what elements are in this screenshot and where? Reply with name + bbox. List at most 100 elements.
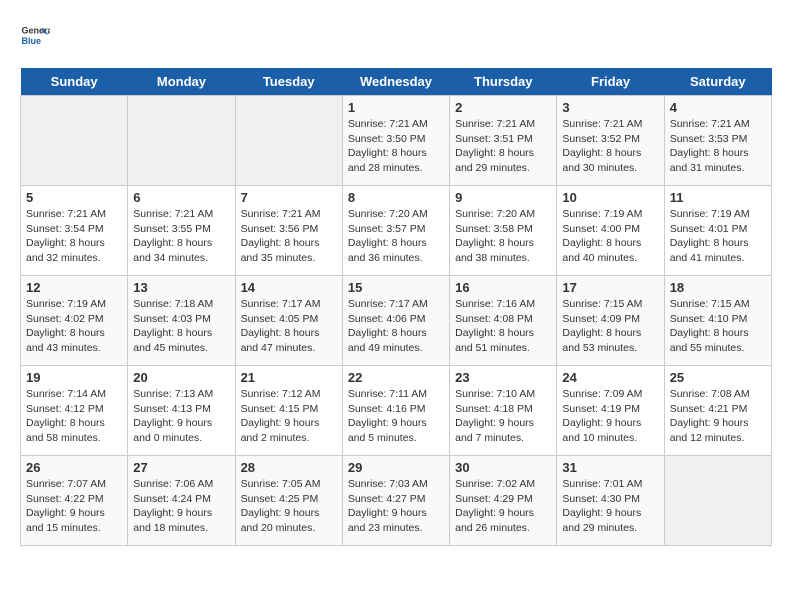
calendar-cell — [664, 456, 771, 546]
calendar-cell: 30Sunrise: 7:02 AM Sunset: 4:29 PM Dayli… — [450, 456, 557, 546]
calendar-cell: 9Sunrise: 7:20 AM Sunset: 3:58 PM Daylig… — [450, 186, 557, 276]
day-info: Sunrise: 7:21 AM Sunset: 3:51 PM Dayligh… — [455, 117, 551, 176]
calendar-cell: 18 Sunrise: 7:15 AM Sunset: 4:10 PM Dayli… — [664, 276, 771, 366]
day-info: Sunrise: 7:19 AM Sunset: 4:02 PM Dayligh… — [26, 297, 122, 356]
calendar-cell: 4 Sunrise: 7:21 AM Sunset: 3:53 PM Daylig… — [664, 96, 771, 186]
day-number: 6 — [133, 190, 229, 205]
day-info: Sunrise: 7:05 AM Sunset: 4:25 PM Dayligh… — [241, 477, 337, 536]
day-info: Sunrise: 7:18 AM Sunset: 4:03 PM Dayligh… — [133, 297, 229, 356]
calendar-cell: 29 Sunrise: 7:03 AM Sunset: 4:27 PM Dayli… — [342, 456, 449, 546]
calendar-cell: 14 Sunrise: 7:17 AM Sunset: 4:05 PM Dayli… — [235, 276, 342, 366]
calendar-cell: 28 Sunrise: 7:05 AM Sunset: 4:25 PM Dayli… — [235, 456, 342, 546]
day-info: Sunrise: 7:19 AM Sunset: 4:00 PM Dayligh… — [562, 207, 658, 266]
day-info: Sunrise: 7:14 AM Sunset: 4:12 PM Dayligh… — [26, 387, 122, 446]
day-number: 15 — [348, 280, 444, 295]
calendar-cell: 7 Sunrise: 7:21 AM Sunset: 3:56 PM Daylig… — [235, 186, 342, 276]
day-info: Sunrise: 7:08 AM Sunset: 4:21 PM Dayligh… — [670, 387, 766, 446]
day-number: 28 — [241, 460, 337, 475]
day-info: Sunrise: 7:15 AM Sunset: 4:09 PM Dayligh… — [562, 297, 658, 356]
day-info: Sunrise: 7:15 AM Sunset: 4:10 PM Dayligh… — [670, 297, 766, 356]
calendar-cell: 6 Sunrise: 7:21 AM Sunset: 3:55 PM Daylig… — [128, 186, 235, 276]
day-info: Sunrise: 7:02 AM Sunset: 4:29 PM Dayligh… — [455, 477, 551, 536]
day-info: Sunrise: 7:17 AM Sunset: 4:06 PM Dayligh… — [348, 297, 444, 356]
day-number: 14 — [241, 280, 337, 295]
calendar-cell: 1 Sunrise: 7:21 AM Sunset: 3:50 PM Daylig… — [342, 96, 449, 186]
day-number: 20 — [133, 370, 229, 385]
calendar-cell: 31 Sunrise: 7:01 AM Sunset: 4:30 PM Dayli… — [557, 456, 664, 546]
day-number: 31 — [562, 460, 658, 475]
day-info: Sunrise: 7:17 AM Sunset: 4:05 PM Dayligh… — [241, 297, 337, 356]
calendar-cell: 3 Sunrise: 7:21 AM Sunset: 3:52 PM Daylig… — [557, 96, 664, 186]
day-info: Sunrise: 7:21 AM Sunset: 3:56 PM Dayligh… — [241, 207, 337, 266]
weekday-header-monday: Monday — [128, 68, 235, 96]
day-info: Sunrise: 7:12 AM Sunset: 4:15 PM Dayligh… — [241, 387, 337, 446]
weekday-header-wednesday: Wednesday — [342, 68, 449, 96]
day-number: 4 — [670, 100, 766, 115]
day-info: Sunrise: 7:03 AM Sunset: 4:27 PM Dayligh… — [348, 477, 444, 536]
calendar-cell: 17 Sunrise: 7:15 AM Sunset: 4:09 PM Dayli… — [557, 276, 664, 366]
day-number: 3 — [562, 100, 658, 115]
day-info: Sunrise: 7:21 AM Sunset: 3:53 PM Dayligh… — [670, 117, 766, 176]
calendar-cell: 16 Sunrise: 7:16 AM Sunset: 4:08 PM Dayli… — [450, 276, 557, 366]
day-number: 13 — [133, 280, 229, 295]
day-number: 7 — [241, 190, 337, 205]
day-info: Sunrise: 7:21 AM Sunset: 3:50 PM Dayligh… — [348, 117, 444, 176]
day-number: 16 — [455, 280, 551, 295]
calendar-cell: 13 Sunrise: 7:18 AM Sunset: 4:03 PM Dayli… — [128, 276, 235, 366]
calendar-cell: 24 Sunrise: 7:09 AM Sunset: 4:19 PM Dayli… — [557, 366, 664, 456]
calendar-cell: 11Sunrise: 7:19 AM Sunset: 4:01 PM Dayli… — [664, 186, 771, 276]
day-info: Sunrise: 7:20 AM Sunset: 3:57 PM Dayligh… — [348, 207, 444, 266]
day-number: 25 — [670, 370, 766, 385]
calendar-cell: 5 Sunrise: 7:21 AM Sunset: 3:54 PM Daylig… — [21, 186, 128, 276]
day-info: Sunrise: 7:10 AM Sunset: 4:18 PM Dayligh… — [455, 387, 551, 446]
day-info: Sunrise: 7:13 AM Sunset: 4:13 PM Dayligh… — [133, 387, 229, 446]
day-info: Sunrise: 7:21 AM Sunset: 3:54 PM Dayligh… — [26, 207, 122, 266]
day-info: Sunrise: 7:21 AM Sunset: 3:52 PM Dayligh… — [562, 117, 658, 176]
calendar-cell: 20 Sunrise: 7:13 AM Sunset: 4:13 PM Dayli… — [128, 366, 235, 456]
day-number: 11 — [670, 190, 766, 205]
calendar-cell: 27 Sunrise: 7:06 AM Sunset: 4:24 PM Dayli… — [128, 456, 235, 546]
day-number: 17 — [562, 280, 658, 295]
calendar-cell: 10 Sunrise: 7:19 AM Sunset: 4:00 PM Dayli… — [557, 186, 664, 276]
day-number: 19 — [26, 370, 122, 385]
calendar-cell: 19 Sunrise: 7:14 AM Sunset: 4:12 PM Dayli… — [21, 366, 128, 456]
calendar-cell: 8Sunrise: 7:20 AM Sunset: 3:57 PM Daylig… — [342, 186, 449, 276]
day-info: Sunrise: 7:11 AM Sunset: 4:16 PM Dayligh… — [348, 387, 444, 446]
svg-text:Blue: Blue — [22, 36, 42, 46]
calendar-cell: 15 Sunrise: 7:17 AM Sunset: 4:06 PM Dayli… — [342, 276, 449, 366]
weekday-header-thursday: Thursday — [450, 68, 557, 96]
day-info: Sunrise: 7:21 AM Sunset: 3:55 PM Dayligh… — [133, 207, 229, 266]
day-info: Sunrise: 7:01 AM Sunset: 4:30 PM Dayligh… — [562, 477, 658, 536]
day-info: Sunrise: 7:16 AM Sunset: 4:08 PM Dayligh… — [455, 297, 551, 356]
calendar-cell — [235, 96, 342, 186]
calendar-cell: 21 Sunrise: 7:12 AM Sunset: 4:15 PM Dayli… — [235, 366, 342, 456]
day-number: 12 — [26, 280, 122, 295]
day-number: 1 — [348, 100, 444, 115]
weekday-header-saturday: Saturday — [664, 68, 771, 96]
day-number: 2 — [455, 100, 551, 115]
calendar-cell: 22 Sunrise: 7:11 AM Sunset: 4:16 PM Dayli… — [342, 366, 449, 456]
day-number: 29 — [348, 460, 444, 475]
day-info: Sunrise: 7:06 AM Sunset: 4:24 PM Dayligh… — [133, 477, 229, 536]
day-number: 27 — [133, 460, 229, 475]
calendar-cell: 2 Sunrise: 7:21 AM Sunset: 3:51 PM Daylig… — [450, 96, 557, 186]
day-info: Sunrise: 7:07 AM Sunset: 4:22 PM Dayligh… — [26, 477, 122, 536]
calendar-table: SundayMondayTuesdayWednesdayThursdayFrid… — [20, 68, 772, 546]
day-number: 10 — [562, 190, 658, 205]
day-number: 23 — [455, 370, 551, 385]
logo: General Blue — [20, 20, 54, 50]
day-number: 9 — [455, 190, 551, 205]
calendar-cell: 25 Sunrise: 7:08 AM Sunset: 4:21 PM Dayli… — [664, 366, 771, 456]
calendar-cell: 12 Sunrise: 7:19 AM Sunset: 4:02 PM Dayli… — [21, 276, 128, 366]
day-number: 5 — [26, 190, 122, 205]
weekday-header-tuesday: Tuesday — [235, 68, 342, 96]
day-number: 26 — [26, 460, 122, 475]
calendar-cell: 23 Sunrise: 7:10 AM Sunset: 4:18 PM Dayli… — [450, 366, 557, 456]
day-info: Sunrise: 7:09 AM Sunset: 4:19 PM Dayligh… — [562, 387, 658, 446]
day-number: 18 — [670, 280, 766, 295]
day-number: 22 — [348, 370, 444, 385]
calendar-cell — [128, 96, 235, 186]
day-number: 24 — [562, 370, 658, 385]
day-number: 21 — [241, 370, 337, 385]
calendar-cell — [21, 96, 128, 186]
